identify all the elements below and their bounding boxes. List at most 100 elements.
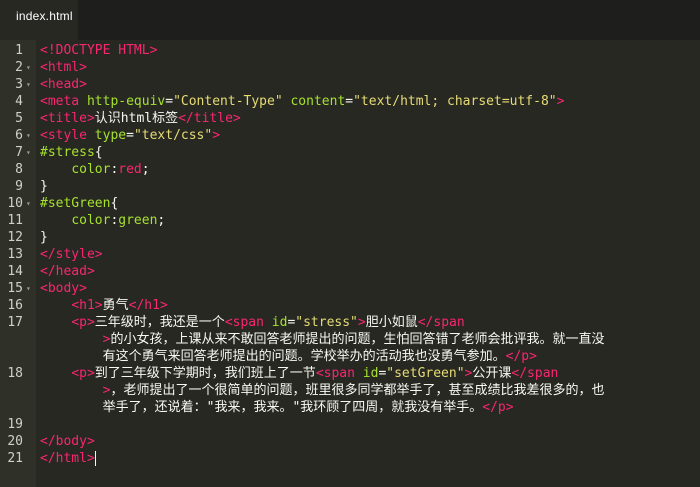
code-token: color <box>71 213 111 228</box>
code-token: "setGreen" <box>386 366 465 381</box>
code-token: > <box>556 94 565 109</box>
line-number-text: 8 <box>15 162 23 177</box>
fold-arrow-icon[interactable]: ▾ <box>26 195 31 212</box>
line-number <box>0 382 36 399</box>
line-number-text: 20 <box>7 434 23 449</box>
line-number: 4 <box>0 93 36 110</box>
code-line[interactable]: <title>认识html标签</title> <box>40 110 696 127</box>
code-token: green <box>118 213 158 228</box>
code-line[interactable]: 举手了，还说着："我来，我来。"我环顾了四周，就我没有举手。</p> <box>40 399 696 416</box>
code-token: 胆小如鼠 <box>365 315 418 330</box>
line-number-text: 21 <box>7 451 23 466</box>
code-token: id <box>362 366 379 381</box>
code-token: <head> <box>40 77 87 92</box>
code-token: ; <box>141 162 150 177</box>
fold-arrow-icon[interactable]: ▾ <box>26 144 31 161</box>
line-number: 13 <box>0 246 36 263</box>
code-line[interactable]: <meta http-equiv="Content-Type" content=… <box>40 93 696 110</box>
code-line[interactable]: #stress{ <box>40 144 696 161</box>
code-token: > <box>357 315 366 330</box>
line-number <box>0 348 36 365</box>
fold-arrow-icon[interactable]: ▾ <box>26 76 31 93</box>
code-line[interactable]: <p>三年级时，我还是一个<span id="stress">胆小如鼠</spa… <box>40 314 696 331</box>
code-token: "text/css" <box>133 128 213 143</box>
code-token: <p> <box>71 366 95 381</box>
line-number-text: 7 <box>15 145 23 160</box>
code-token: 有这个勇气来回答老师提出的问题。学校举办的活动我也没勇气参加。 <box>40 349 506 364</box>
code-token: id <box>271 315 288 330</box>
code-line[interactable]: } <box>40 229 696 246</box>
code-token: 举手了，还说着："我来，我来。"我环顾了四周，就我没有举手。 <box>40 400 483 415</box>
code-token: <p> <box>71 315 95 330</box>
code-token: </body> <box>40 434 95 449</box>
line-number-text: 12 <box>7 230 23 245</box>
line-number: 9 <box>0 178 36 195</box>
code-token: </span <box>511 366 559 381</box>
code-token: <html> <box>40 60 87 75</box>
code-line[interactable]: <head> <box>40 76 696 93</box>
code-line[interactable]: #setGreen{ <box>40 195 696 212</box>
code-token: = <box>345 94 354 109</box>
line-number-text: 17 <box>7 315 23 330</box>
line-number: 21 <box>0 450 36 467</box>
code-token: <span <box>224 315 272 330</box>
code-line[interactable]: <body> <box>40 280 696 297</box>
code-line[interactable]: <html> <box>40 59 696 76</box>
code-line[interactable]: } <box>40 178 696 195</box>
code-line[interactable]: 有这个勇气来回答老师提出的问题。学校举办的活动我也没勇气参加。</p> <box>40 348 696 365</box>
code-token: <!DOCTYPE HTML> <box>40 43 158 58</box>
code-token: "stress" <box>295 315 358 330</box>
fold-arrow-icon[interactable]: ▾ <box>26 59 31 76</box>
code-token: <body> <box>40 281 87 296</box>
line-number-text: 3 <box>15 77 23 92</box>
code-token: <title> <box>40 111 95 126</box>
code-line[interactable]: </body> <box>40 433 696 450</box>
line-number: 2 ▾ <box>0 59 36 76</box>
line-number: 5 <box>0 110 36 127</box>
line-number: 18 <box>0 365 36 382</box>
code-token: } <box>40 179 48 194</box>
line-number: 8 <box>0 161 36 178</box>
line-number-text: 18 <box>7 366 23 381</box>
code-token: content <box>290 94 346 109</box>
line-number: 15 ▾ <box>0 280 36 297</box>
code-line[interactable]: color:green; <box>40 212 696 229</box>
line-number: 11 <box>0 212 36 229</box>
code-token: } <box>40 230 48 245</box>
code-line[interactable]: >的小女孩，上课从来不敢回答老师提出的问题，生怕回答错了老师会批评我。就一直没 <box>40 331 696 348</box>
code-line[interactable]: <!DOCTYPE HTML> <box>40 42 696 59</box>
line-number: 17 <box>0 314 36 331</box>
code-line[interactable]: </head> <box>40 263 696 280</box>
fold-arrow-icon[interactable]: ▾ <box>26 127 31 144</box>
line-number-text: 4 <box>15 94 23 109</box>
code-token: ，老师提出了一个很简单的问题，班里很多同学都举手了，甚至成绩比我差很多的，也 <box>110 383 605 398</box>
code-token: 到了三年级下学期时，我们班上了一节 <box>94 366 316 381</box>
code-token: { <box>94 145 103 160</box>
code-line[interactable]: color:red; <box>40 161 696 178</box>
code-token: type <box>94 128 127 143</box>
code-token: 勇气 <box>102 298 129 313</box>
fold-arrow-icon[interactable]: ▾ <box>26 280 31 297</box>
code-token: > <box>212 128 221 143</box>
code-line[interactable]: >，老师提出了一个很简单的问题，班里很多同学都举手了，甚至成绩比我差很多的，也 <box>40 382 696 399</box>
code-line[interactable]: <style type="text/css"> <box>40 127 696 144</box>
line-number-text: 14 <box>7 264 23 279</box>
code-token: 认识html标签 <box>94 111 179 126</box>
line-number: 3 ▾ <box>0 76 36 93</box>
code-token: "text/html; charset=utf-8" <box>353 94 557 109</box>
tab-title: index.html <box>16 9 73 23</box>
code-line[interactable]: </style> <box>40 246 696 263</box>
tab-index-html[interactable]: index.html <box>0 0 78 40</box>
code-token: color <box>71 162 111 177</box>
line-number-text: 2 <box>15 60 23 75</box>
code-line[interactable]: </html> <box>40 450 696 467</box>
code-line[interactable]: <p>到了三年级下学期时，我们班上了一节<span id="setGreen">… <box>40 365 696 382</box>
code-token: = <box>165 94 174 109</box>
code-line[interactable]: <h1>勇气</h1> <box>40 297 696 314</box>
